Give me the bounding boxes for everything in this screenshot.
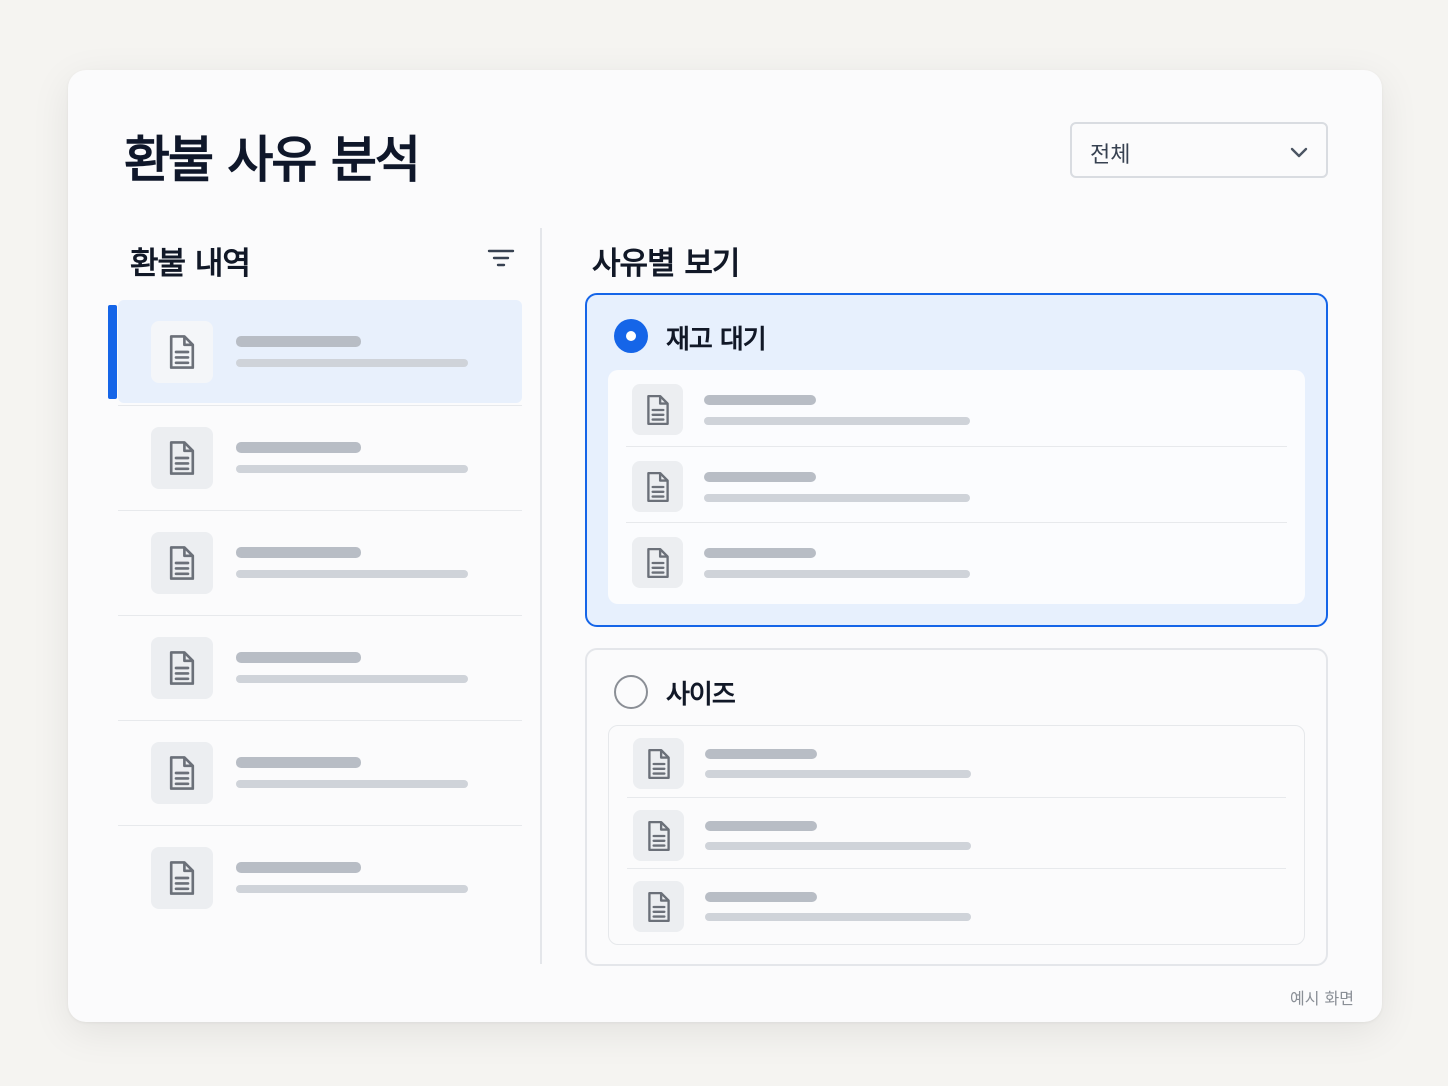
main-card: 환불 사유 분석 전체 환불 내역 사유별 보기 재고 대기 사이즈 예시 화면 (68, 70, 1382, 1022)
document-icon (633, 881, 684, 932)
reason-list-item[interactable] (626, 446, 1287, 522)
document-icon (151, 321, 213, 383)
period-filter-select[interactable]: 전체 (1070, 122, 1328, 178)
page-title: 환불 사유 분석 (124, 131, 421, 189)
refund-history-list (108, 300, 522, 930)
reason-group-stock-wait[interactable]: 재고 대기 (585, 293, 1328, 627)
document-icon (632, 537, 683, 588)
refund-history-title: 환불 내역 (130, 246, 251, 282)
skeleton-title (236, 652, 361, 663)
document-icon (151, 637, 213, 699)
skeleton-subtitle (704, 494, 970, 502)
refund-list-item[interactable] (108, 300, 522, 403)
filter-icon[interactable] (486, 246, 516, 270)
document-icon (633, 810, 684, 861)
document-icon (151, 532, 213, 594)
refund-list-item[interactable] (118, 615, 522, 720)
radio-selected[interactable] (614, 319, 648, 353)
skeleton-title (236, 547, 361, 558)
skeleton-title (705, 821, 817, 831)
skeleton-title (236, 442, 361, 453)
refund-list-item[interactable] (118, 825, 522, 930)
skeleton-subtitle (236, 780, 468, 788)
skeleton-title (704, 395, 816, 405)
skeleton-title (236, 757, 361, 768)
column-divider (540, 228, 542, 964)
reason-item-list (608, 725, 1305, 945)
refund-list-item[interactable] (118, 405, 522, 510)
skeleton-subtitle (236, 359, 468, 367)
reason-list-item[interactable] (626, 370, 1287, 446)
skeleton-title (705, 892, 817, 902)
skeleton-title (236, 862, 361, 873)
document-icon (633, 738, 684, 789)
refund-list-item[interactable] (118, 510, 522, 615)
reason-label: 사이즈 (666, 680, 736, 710)
skeleton-subtitle (705, 842, 971, 850)
skeleton-title (704, 548, 816, 558)
document-icon (632, 461, 683, 512)
reason-item-list (608, 370, 1305, 604)
document-icon (632, 384, 683, 435)
skeleton-subtitle (236, 885, 468, 893)
skeleton-title (705, 749, 817, 759)
skeleton-subtitle (236, 675, 468, 683)
by-reason-title: 사유별 보기 (592, 246, 740, 282)
skeleton-title (236, 336, 361, 347)
radio-unselected[interactable] (614, 675, 648, 709)
document-icon (151, 847, 213, 909)
document-icon (151, 742, 213, 804)
select-value: 전체 (1090, 143, 1131, 168)
skeleton-subtitle (704, 570, 970, 578)
reason-list-item[interactable] (627, 797, 1286, 868)
skeleton-subtitle (704, 417, 970, 425)
reason-list-item[interactable] (627, 868, 1286, 939)
skeleton-title (704, 472, 816, 482)
reason-list-item[interactable] (627, 726, 1286, 797)
refund-list-item[interactable] (118, 720, 522, 825)
reason-label: 재고 대기 (666, 325, 767, 355)
active-indicator (108, 305, 117, 399)
reason-list-item[interactable] (626, 522, 1287, 598)
skeleton-subtitle (705, 913, 971, 921)
skeleton-subtitle (236, 570, 468, 578)
skeleton-subtitle (236, 465, 468, 473)
example-screen-note: 예시 화면 (1290, 989, 1354, 1008)
reason-group-size[interactable]: 사이즈 (585, 648, 1328, 966)
chevron-down-icon (1290, 147, 1308, 158)
skeleton-subtitle (705, 770, 971, 778)
document-icon (151, 427, 213, 489)
